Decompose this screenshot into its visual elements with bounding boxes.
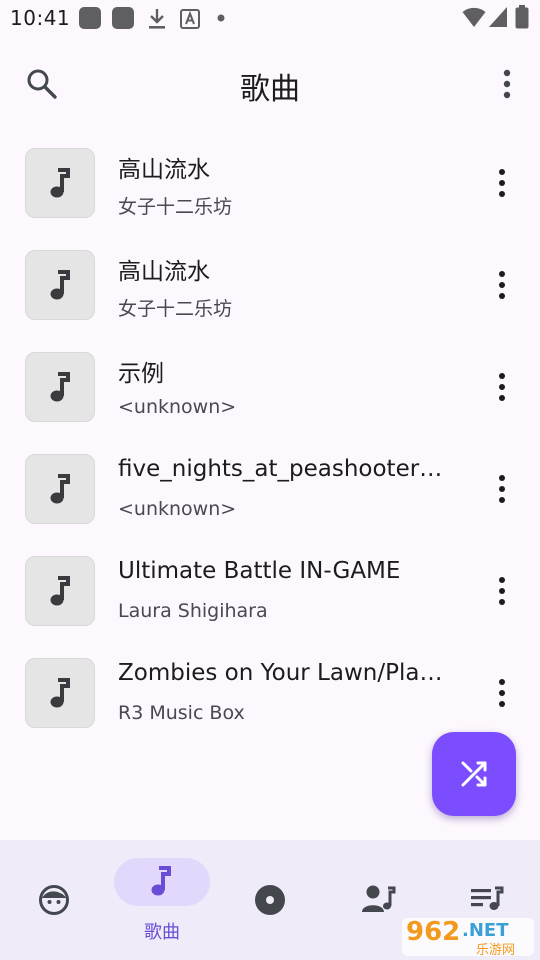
artist-icon[interactable] — [362, 884, 396, 914]
song-artist: 女子十二乐坊 — [118, 298, 233, 320]
download-icon — [149, 9, 165, 29]
battery-icon — [515, 5, 529, 29]
music-note-icon — [50, 372, 70, 402]
song-title: five_nights_at_peashooters_… — [118, 456, 448, 482]
album-art — [25, 250, 95, 320]
song-list: 高山流水 女子十二乐坊 高山流水 女子十二乐坊 示例 <unknown> fiv… — [0, 132, 540, 744]
list-item[interactable]: 高山流水 女子十二乐坊 — [0, 234, 540, 336]
dot-icon — [217, 14, 225, 22]
list-item[interactable]: Ultimate Battle IN-GAME Laura Shigihara — [0, 540, 540, 642]
song-title: Ultimate Battle IN-GAME — [118, 558, 401, 584]
song-artist: 女子十二乐坊 — [118, 196, 233, 218]
more-vert-icon[interactable] — [490, 66, 524, 102]
signal-icon — [489, 7, 507, 27]
music-note-icon — [50, 168, 70, 198]
app-square-icon — [112, 7, 134, 29]
page-title: 歌曲 — [240, 72, 300, 107]
song-artist: Laura Shigihara — [118, 600, 268, 622]
album-art — [25, 148, 95, 218]
app-bar: 歌曲 — [0, 48, 540, 120]
more-vert-icon[interactable] — [488, 166, 516, 200]
more-vert-icon[interactable] — [488, 676, 516, 710]
more-vert-icon[interactable] — [488, 370, 516, 404]
song-title: 示例 — [118, 361, 164, 387]
wifi-icon — [462, 7, 486, 27]
status-bar: 10:41 — [0, 0, 540, 36]
more-vert-icon[interactable] — [488, 574, 516, 608]
watermark-logo: 962 .NET 乐游网 — [402, 917, 534, 958]
album-art — [25, 556, 95, 626]
album-art — [25, 352, 95, 422]
album-icon[interactable] — [254, 884, 286, 916]
music-note-icon — [151, 866, 171, 896]
list-item[interactable]: 示例 <unknown> — [0, 336, 540, 438]
more-vert-icon[interactable] — [488, 268, 516, 302]
album-art — [25, 454, 95, 524]
music-note-icon — [50, 576, 70, 606]
svg-text:.NET: .NET — [462, 920, 509, 941]
list-item[interactable]: Zombies on Your Lawn/Plant… R3 Music Box — [0, 642, 540, 744]
song-artist: R3 Music Box — [118, 702, 245, 724]
song-artist: <unknown> — [118, 498, 237, 520]
list-item[interactable]: five_nights_at_peashooters_… <unknown> — [0, 438, 540, 540]
keyboard-a-icon — [180, 9, 200, 29]
music-note-icon — [50, 678, 70, 708]
face-icon[interactable] — [38, 884, 70, 916]
music-note-icon — [50, 270, 70, 300]
song-title: Zombies on Your Lawn/Plant… — [118, 660, 448, 686]
shuffle-icon — [461, 761, 487, 787]
svg-text:乐游网: 乐游网 — [476, 943, 515, 958]
album-art — [25, 658, 95, 728]
shuffle-button[interactable] — [432, 732, 516, 816]
more-vert-icon[interactable] — [488, 472, 516, 506]
nav-label-songs: 歌曲 — [144, 922, 180, 943]
music-note-icon — [50, 474, 70, 504]
app-square-icon — [79, 7, 101, 29]
song-title: 高山流水 — [118, 157, 210, 183]
song-title: 高山流水 — [118, 259, 210, 285]
status-time: 10:41 — [10, 6, 71, 30]
svg-text:962: 962 — [406, 917, 460, 947]
list-item[interactable]: 高山流水 女子十二乐坊 — [0, 132, 540, 234]
song-artist: <unknown> — [118, 396, 237, 418]
